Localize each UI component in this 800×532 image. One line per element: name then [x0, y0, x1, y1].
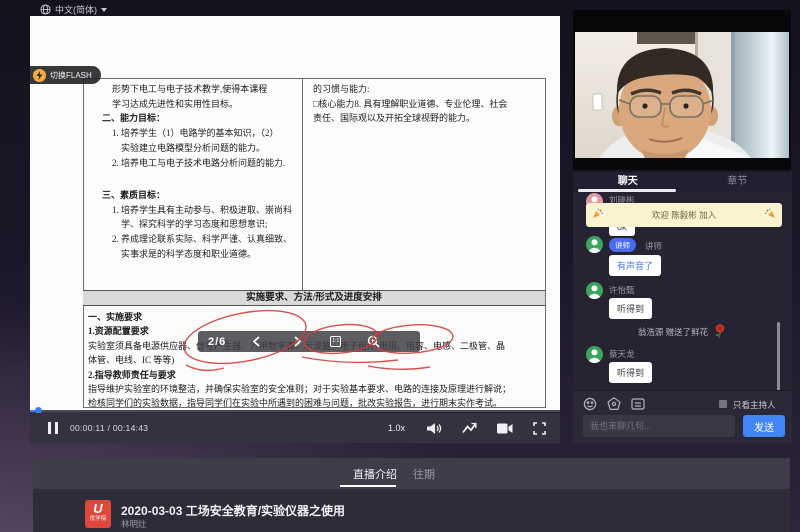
chat-bubble: 有声音了	[609, 255, 661, 276]
time-display: 00:00:11 / 00:14:43	[70, 423, 148, 433]
pause-button[interactable]	[48, 422, 58, 434]
next-page-icon[interactable]	[293, 336, 302, 347]
slide-right-column: 的习惯与能力: □核心能力8. 具有理解职业道德、专业伦理、社会 责任、国际观以…	[313, 82, 507, 126]
slide-section-header: 实施要求、方法/形式及进度安排	[83, 290, 545, 306]
video-player: 形势下电工与电子技术教学,使得本课程 学习达成先进性和实用性目标。 二、能力目标…	[30, 16, 560, 443]
page-indicator: 2/6	[208, 336, 226, 348]
party-popper-icon	[592, 206, 603, 224]
slide-text-line: 一、实施要求	[88, 310, 511, 324]
live-classroom-screen: 中文(简体) 形势下电工与电子技术教学,使得本课程 学习达成先进性和实用性目标。…	[0, 0, 800, 532]
chat-username: 蔡天龙	[609, 348, 635, 360]
globe-icon	[40, 4, 51, 15]
chat-panel: 聊天 章节 刘晓彬 ok 欢迎 陈毅彬 加入 讲师 讲师 有声音了	[573, 172, 792, 443]
emoji-icon[interactable]	[583, 397, 597, 411]
chat-scrollbar[interactable]	[777, 322, 780, 400]
document-pager-toolbar: 2/6 1:1	[198, 331, 420, 352]
slide-text-line: □核心能力8. 具有理解职业道德、专业伦理、社会	[313, 97, 507, 112]
camera-icon[interactable]	[497, 423, 513, 434]
welcome-text: 欢迎 陈毅彬 加入	[652, 209, 716, 221]
slide-text-line: 1. 培养学生（1）电路学的基本知识，（2）	[102, 126, 285, 141]
tab-live-intro[interactable]: 直播介绍	[353, 466, 397, 482]
avatar	[586, 236, 603, 253]
chevron-down-icon	[101, 8, 107, 12]
slide-document: 形势下电工与电子技术教学,使得本课程 学习达成先进性和实用性目标。 二、能力目标…	[30, 16, 560, 411]
slide-text-line: 责任、国际观以及开拓全球视野的能力。	[313, 111, 507, 126]
teacher-badge: 讲师	[609, 238, 636, 252]
slide-text-line: 2. 培养电工与电子技术电路分析问题的能力.	[102, 156, 285, 171]
active-tab-underline	[578, 189, 676, 192]
only-host-label: 只看主持人	[733, 399, 776, 411]
line-switch-icon[interactable]	[462, 422, 477, 434]
gift-text: 翁浩源 赠送了鲜花	[638, 326, 708, 338]
gift-notice: 翁浩源 赠送了鲜花	[573, 323, 792, 340]
brand-logo-text: 优学院	[85, 517, 111, 522]
instructor-webcam	[573, 10, 791, 170]
slide-text-line: 指导维护实验室的环境整洁，并确保实验室的安全准则；对于实验基本要求、电路的连接及…	[88, 382, 511, 396]
chat-bubble: 听得到	[609, 362, 652, 383]
fullscreen-icon[interactable]	[533, 422, 546, 435]
chat-bubble: 听得到	[609, 298, 652, 319]
brand-logo: U 优学院	[85, 500, 111, 528]
active-tab-underline	[340, 485, 396, 487]
slide-text-line: 实事求是的科学态度和职业道德。	[102, 247, 292, 262]
tab-past-sessions[interactable]: 往期	[413, 466, 435, 482]
tab-chapters[interactable]: 章节	[683, 172, 793, 192]
bottom-tab-bar: 直播介绍 往期	[33, 458, 790, 489]
volume-icon[interactable]	[427, 422, 442, 435]
slide-text-line: 学习达成先进性和实用性目标。	[102, 97, 285, 112]
flower-emoji-icon	[712, 323, 727, 340]
webcam-video	[575, 32, 789, 158]
table-border	[302, 78, 303, 290]
slide-text-line: 2. 养成理论联系实际、科学严谨、认真细致、	[102, 232, 292, 247]
switch-flash-button[interactable]: 切换FLASH	[30, 66, 101, 84]
prev-page-icon[interactable]	[252, 336, 261, 347]
progress-bar[interactable]	[30, 410, 560, 412]
chat-input-zone: 只看主持人 发送	[573, 390, 792, 443]
zoom-in-icon[interactable]	[367, 335, 380, 348]
course-instructor: 林明灶	[121, 518, 147, 530]
table-border	[83, 78, 545, 79]
party-popper-icon	[765, 206, 776, 224]
brand-logo-glyph: U	[85, 500, 111, 517]
slide-text-line: 2.指导教师责任与要求	[88, 368, 511, 382]
notes-icon[interactable]	[631, 397, 645, 411]
slide-text-line: 三、素质目标：	[102, 188, 292, 203]
course-title[interactable]: 2020-03-03 工场安全教育/实验仪器之使用	[121, 502, 345, 519]
chat-username: 讲师	[645, 240, 662, 252]
avatar	[586, 282, 603, 299]
slide-text-line: 1. 培养学生具有主动参与、积极进取、崇尚科	[102, 203, 292, 218]
chat-username: 许怡甄	[609, 284, 635, 296]
chat-message-input[interactable]	[583, 415, 735, 437]
slide-text-line: 学、探究科学的学习态度和思想意识;	[102, 217, 292, 232]
welcome-banner: 欢迎 陈毅彬 加入	[586, 203, 782, 227]
slide-left-column: 形势下电工与电子技术教学,使得本课程 学习达成先进性和实用性目标。 二、能力目标…	[102, 82, 285, 170]
player-controls: 00:00:11 / 00:14:43 1.0x	[30, 413, 560, 443]
flash-icon	[33, 69, 46, 82]
only-host-checkbox[interactable]	[719, 400, 727, 408]
slide-text-line: 的习惯与能力:	[313, 82, 507, 97]
slide-text-line: 形势下电工与电子技术教学,使得本课程	[102, 82, 285, 97]
slide-body: 一、实施要求 1.资源配置要求 实验室须具备电源供应器、信号产生器、万用数字表、…	[88, 310, 511, 411]
slide-left-column-2: 三、素质目标： 1. 培养学生具有主动参与、积极进取、崇尚科 学、探究科学的学习…	[102, 188, 292, 262]
slide-text-line: 体管、电线、IC 等等)	[88, 353, 511, 367]
table-border	[545, 78, 546, 408]
avatar	[586, 346, 603, 363]
language-label: 中文(简体)	[55, 3, 97, 16]
language-selector[interactable]: 中文(简体)	[40, 3, 107, 16]
playback-speed-button[interactable]: 1.0x	[388, 423, 405, 433]
switch-flash-label: 切换FLASH	[50, 70, 92, 81]
send-button[interactable]: 发送	[743, 415, 785, 437]
table-border	[83, 78, 84, 408]
send-flower-icon[interactable]	[607, 397, 621, 411]
slide-text-line: 二、能力目标：	[102, 111, 285, 126]
slide-text-line: 实验建立电路模型分析问题的能力。	[102, 141, 285, 156]
course-info-panel: U 优学院 2020-03-03 工场安全教育/实验仪器之使用 林明灶	[33, 489, 790, 532]
fit-size-icon[interactable]: 1:1	[330, 336, 341, 347]
